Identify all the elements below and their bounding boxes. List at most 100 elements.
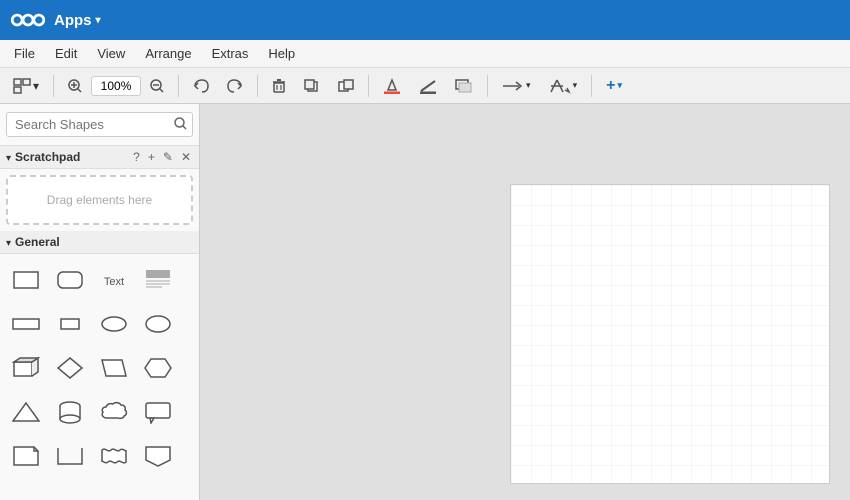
toolbar: ▾ 100% (0, 68, 850, 104)
delete-icon (272, 79, 286, 93)
shape-open-rect[interactable] (50, 438, 90, 474)
shape-small-rect[interactable] (50, 306, 90, 342)
search-icon (174, 117, 187, 130)
separator-2 (178, 75, 179, 97)
search-container (0, 104, 199, 146)
duplicate2-btn[interactable] (331, 75, 361, 97)
menu-extras[interactable]: Extras (202, 42, 259, 65)
search-wrapper (6, 112, 193, 137)
nextcloud-logo (10, 8, 46, 32)
menu-help[interactable]: Help (258, 42, 305, 65)
scratchpad-header: Scratchpad ? + ✎ ✕ (0, 146, 199, 169)
redo-btn[interactable] (220, 75, 250, 97)
fill-color-btn[interactable] (376, 74, 408, 98)
shape-pentagon-down[interactable] (138, 438, 178, 474)
shape-heading[interactable] (138, 262, 178, 298)
zoom-out-icon (150, 79, 164, 93)
connector-btn[interactable]: ▾ (495, 74, 538, 98)
shape-rect[interactable] (6, 262, 46, 298)
shapes-grid-row2 (4, 302, 195, 346)
zoom-in-btn[interactable] (61, 75, 89, 97)
duplicate-btn[interactable] (297, 75, 327, 97)
shape-text[interactable]: Text (94, 262, 134, 298)
canvas-area[interactable] (200, 104, 850, 500)
apps-menu[interactable]: Apps ▾ (54, 12, 101, 29)
view-toggle-btn[interactable]: ▾ (6, 74, 46, 98)
zoom-control: 100% (61, 75, 171, 97)
zoom-in-icon (68, 79, 82, 93)
connector-icon (502, 78, 524, 94)
zoom-out-btn[interactable] (143, 75, 171, 97)
shape-3d-rect[interactable] (6, 350, 46, 386)
connector-chevron: ▾ (526, 80, 531, 91)
scratchpad-add-btn[interactable]: + (146, 150, 157, 164)
shapes-grid-row3 (4, 346, 195, 390)
zoom-value[interactable]: 100% (91, 76, 141, 96)
scratchpad-toggle[interactable] (6, 150, 11, 164)
menu-view[interactable]: View (87, 42, 135, 65)
add-chevron: ▾ (617, 80, 622, 91)
separator-4 (368, 75, 369, 97)
menu-file[interactable]: File (4, 42, 45, 65)
shape-diamond[interactable] (50, 350, 90, 386)
waypoint-btn[interactable]: ▾ (542, 74, 585, 98)
general-toggle[interactable] (6, 235, 11, 249)
shape-callout[interactable] (138, 394, 178, 430)
general-section: General Text (0, 231, 199, 482)
waypoint-chevron: ▾ (573, 80, 578, 91)
delete-btn[interactable] (265, 75, 293, 97)
shadow-btn[interactable] (448, 74, 480, 98)
shapes-grid-row4 (4, 390, 195, 434)
separator-6 (591, 75, 592, 97)
svg-text:Text: Text (104, 276, 124, 288)
separator-1 (53, 75, 54, 97)
shadow-icon (455, 78, 473, 94)
view-icon (13, 78, 31, 94)
main-layout: Scratchpad ? + ✎ ✕ Drag elements here Ge… (0, 104, 850, 500)
chevron-down-icon: ▾ (33, 79, 39, 93)
scratchpad-help-btn[interactable]: ? (131, 150, 142, 164)
scratchpad-title: Scratchpad (15, 150, 127, 164)
scratchpad-edit-btn[interactable]: ✎ (161, 150, 175, 164)
search-icon-btn[interactable] (174, 117, 187, 133)
add-btn[interactable]: + ▾ (599, 73, 629, 99)
line-color-btn[interactable] (412, 74, 444, 98)
shape-stadium[interactable] (94, 306, 134, 342)
search-input[interactable] (6, 112, 193, 137)
shape-wavy[interactable] (94, 438, 134, 474)
scratchpad-section: Scratchpad ? + ✎ ✕ Drag elements here (0, 146, 199, 225)
redo-icon (227, 79, 243, 93)
waypoint-icon (549, 78, 571, 94)
scratchpad-close-btn[interactable]: ✕ (179, 150, 193, 164)
grid-svg (511, 185, 829, 483)
drawing-canvas[interactable] (510, 184, 830, 484)
shape-cylinder[interactable] (50, 394, 90, 430)
duplicate-icon (304, 79, 320, 93)
apps-chevron: ▾ (96, 15, 101, 26)
shape-ellipse[interactable] (138, 306, 178, 342)
general-header: General (0, 231, 199, 254)
shape-triangle[interactable] (6, 394, 46, 430)
shapes-grid-row1: Text (4, 258, 195, 302)
shape-hexagon[interactable] (138, 350, 178, 386)
scratchpad-hint: Drag elements here (47, 193, 152, 207)
shapes-grid-row5 (4, 434, 195, 478)
separator-5 (487, 75, 488, 97)
menu-arrange[interactable]: Arrange (135, 42, 201, 65)
shape-folded-rect[interactable] (6, 438, 46, 474)
shape-rounded-rect[interactable] (50, 262, 90, 298)
fill-icon (383, 78, 401, 94)
apps-label-text: Apps (54, 12, 92, 29)
sidebar: Scratchpad ? + ✎ ✕ Drag elements here Ge… (0, 104, 200, 500)
shape-wide-rect[interactable] (6, 306, 46, 342)
menu-edit[interactable]: Edit (45, 42, 87, 65)
topbar: Apps ▾ (0, 0, 850, 40)
duplicate2-icon (338, 79, 354, 93)
shape-parallelogram[interactable] (94, 350, 134, 386)
scratchpad-drag-area: Drag elements here (6, 175, 193, 225)
undo-btn[interactable] (186, 75, 216, 97)
shapes-section: Text (0, 254, 199, 482)
shape-cloud[interactable] (94, 394, 134, 430)
line-color-icon (419, 78, 437, 94)
plus-icon: + (606, 77, 615, 95)
